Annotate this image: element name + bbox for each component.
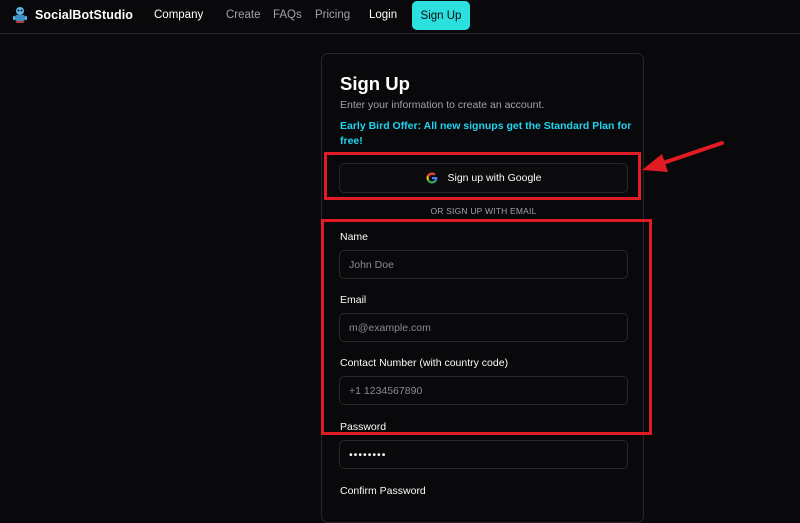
nav-signup-button[interactable]: Sign Up (412, 1, 470, 30)
contact-label: Contact Number (with country code) (340, 357, 509, 369)
robot-logo-icon (13, 7, 27, 23)
early-bird-offer: Early Bird Offer: All new signups get th… (340, 120, 632, 147)
name-field[interactable] (339, 250, 628, 279)
nav-login[interactable]: Login (369, 9, 397, 21)
nav-pricing[interactable]: Pricing (315, 9, 350, 21)
brand-name: SocialBotStudio (35, 8, 134, 22)
red-arrow-icon (642, 141, 724, 172)
card-description: Enter your information to create an acco… (340, 99, 545, 111)
email-label: Email (340, 294, 367, 306)
email-field[interactable] (339, 313, 628, 342)
password-label: Password (340, 421, 387, 433)
google-icon (426, 172, 437, 184)
nav-company[interactable]: Company (154, 9, 203, 21)
password-field[interactable] (339, 440, 628, 469)
nav-create[interactable]: Create (226, 9, 261, 21)
email-divider: OR SIGN UP WITH EMAIL (430, 206, 537, 216)
page-title: Sign Up (340, 73, 410, 94)
nav-faqs[interactable]: FAQs (273, 9, 302, 21)
google-button-label: Sign up with Google (447, 172, 542, 184)
brand[interactable]: SocialBotStudio (12, 4, 133, 26)
contact-number-field[interactable] (339, 376, 628, 405)
signup-card: Sign Up Enter your information to create… (321, 53, 644, 523)
confirm-password-label: Confirm Password (340, 485, 426, 497)
top-nav: SocialBotStudio Company Create FAQs Pric… (0, 0, 800, 34)
name-label: Name (340, 231, 369, 243)
google-signup-button[interactable]: Sign up with Google (339, 163, 628, 193)
